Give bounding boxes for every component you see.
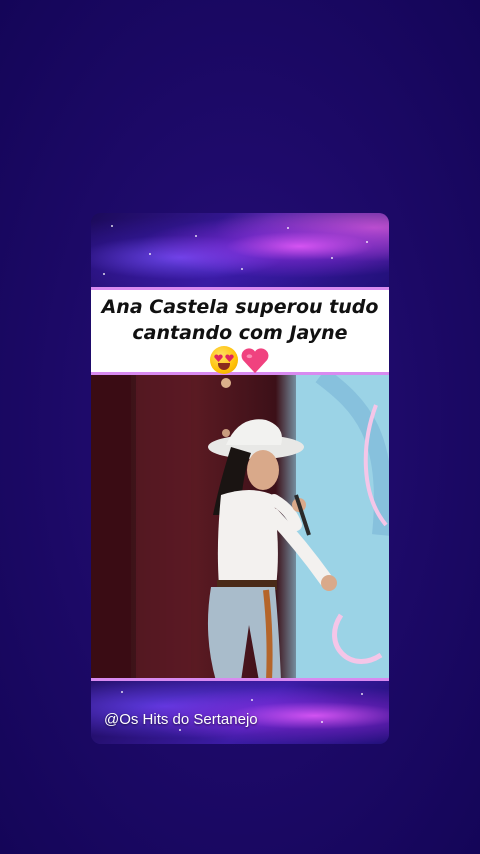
pink-heart-icon xyxy=(241,348,269,374)
galaxy-banner-top xyxy=(91,213,389,287)
headline-box: Ana Castela superou tudo cantando com Ja… xyxy=(91,287,389,375)
headline-text: Ana Castela superou tudo cantando com Ja… xyxy=(101,296,379,344)
emoji-row xyxy=(91,346,389,376)
watermark-text: @Os Hits do Sertanejo xyxy=(104,711,258,728)
video-frame[interactable] xyxy=(91,375,389,681)
heart-eyes-emoji-icon xyxy=(210,346,238,374)
story-card: Ana Castela superou tudo cantando com Ja… xyxy=(91,213,389,744)
